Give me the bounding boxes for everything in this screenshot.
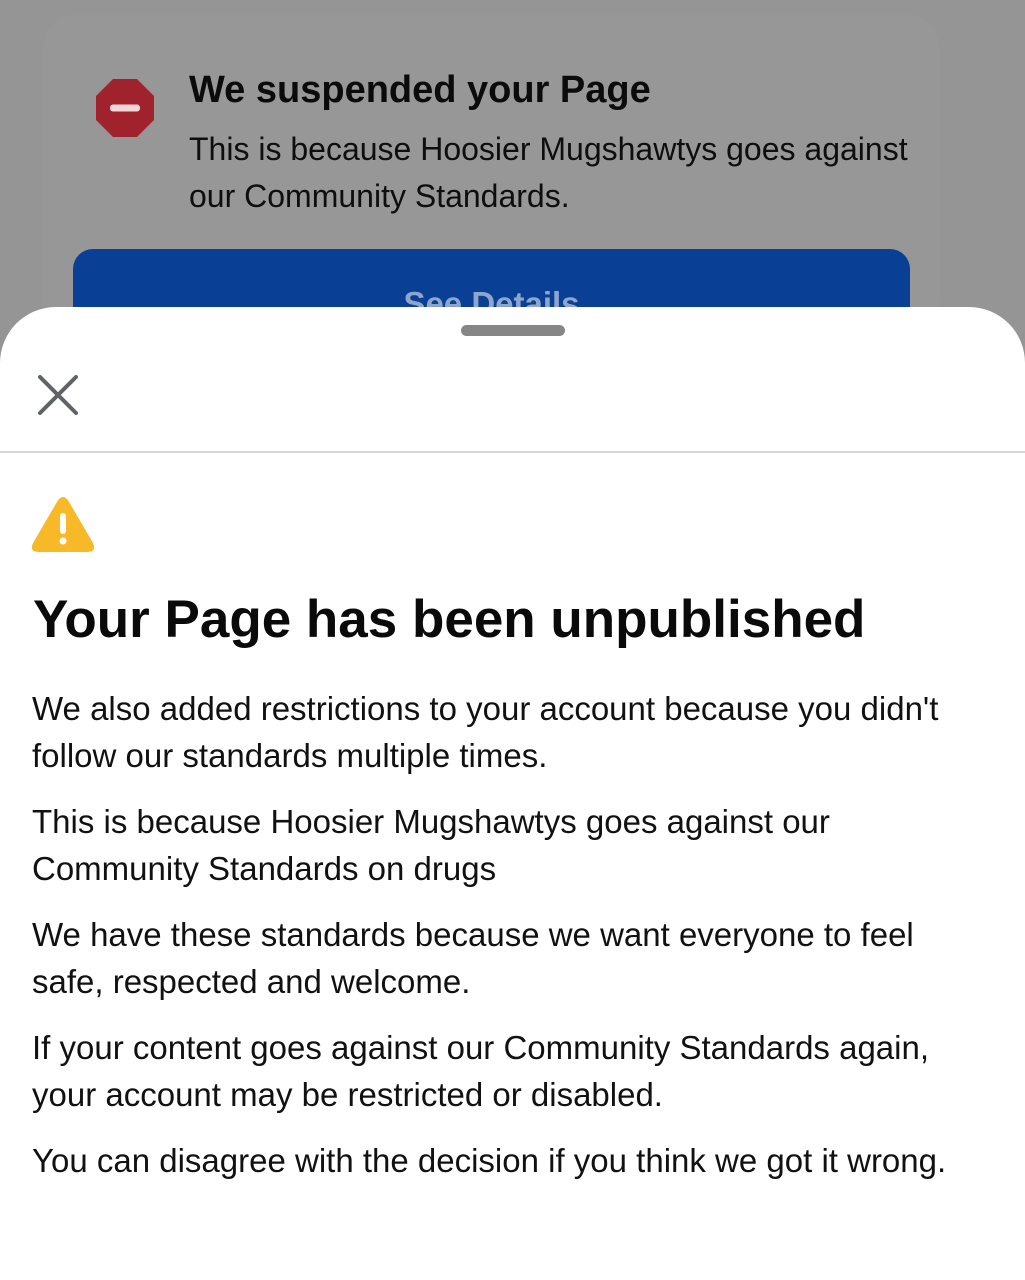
reason-paragraph: This is because Hoosier Mugshawtys goes … — [32, 803, 830, 887]
suspension-title: We suspended your Page — [189, 69, 651, 111]
sheet-grabber-handle[interactable] — [461, 325, 565, 336]
standards-paragraph: We have these standards because we want … — [32, 916, 914, 1000]
warning-paragraph: If your content goes against our Communi… — [32, 1029, 930, 1113]
stop-icon — [96, 79, 154, 137]
suspension-description: This is because Hoosier Mugshawtys goes … — [189, 131, 908, 214]
close-button[interactable] — [30, 367, 86, 423]
disagree-paragraph: You can disagree with the decision if yo… — [32, 1142, 947, 1179]
sheet-title: Your Page has been unpublished — [33, 590, 866, 649]
bottom-sheet: Your Page has been unpublished We also a… — [0, 307, 1025, 1280]
restrictions-paragraph: We also added restrictions to your accou… — [32, 690, 939, 774]
warning-icon — [31, 497, 95, 552]
sheet-divider — [0, 451, 1025, 453]
close-icon — [38, 375, 78, 415]
